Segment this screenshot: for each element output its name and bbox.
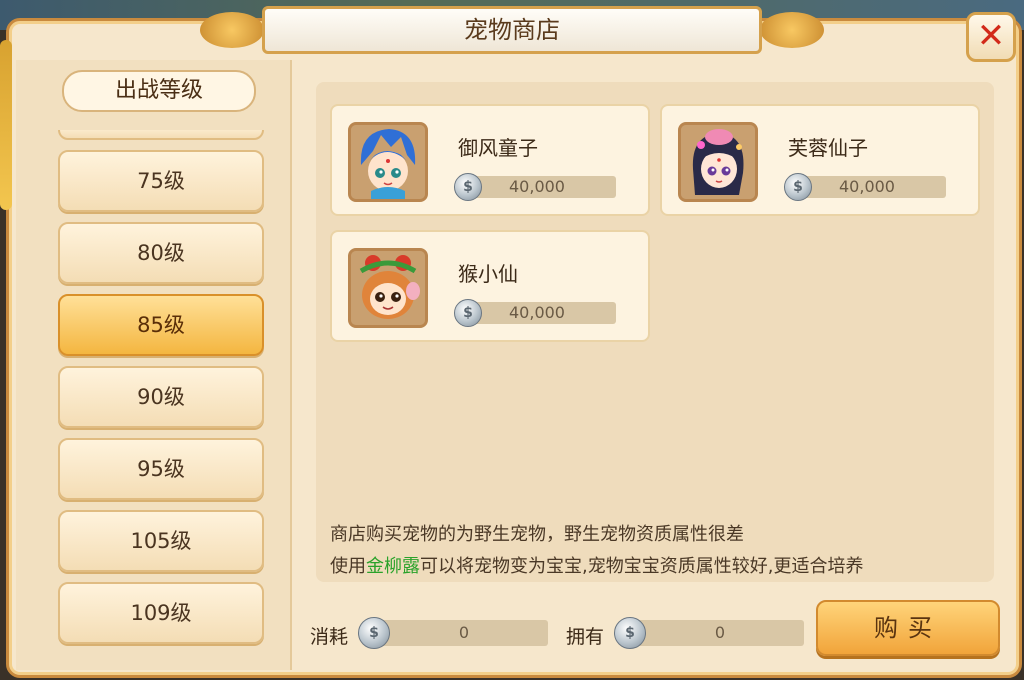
- level-list[interactable]: 75级 80级 85级 90级 95级 105级 109级: [56, 130, 266, 650]
- buy-button[interactable]: 购买: [816, 600, 1000, 656]
- lotus-fairy-portrait: [678, 122, 758, 202]
- level-item-partial[interactable]: [58, 130, 264, 140]
- level-item-105[interactable]: 105级: [58, 510, 264, 572]
- silver-coin-icon: $: [454, 299, 482, 327]
- level-item-75[interactable]: 75级: [58, 150, 264, 212]
- owned-label: 拥有: [566, 626, 605, 648]
- owned-value: 0: [636, 620, 804, 646]
- pet-card[interactable]: 芙蓉仙子 40,000 $: [660, 104, 980, 216]
- window-title: 宠物商店: [262, 6, 762, 54]
- title-ornament-left: [200, 12, 264, 48]
- blue-haired-boy-portrait: [348, 122, 428, 202]
- pet-card[interactable]: 御风童子 40,000 $: [330, 104, 650, 216]
- silver-coin-icon: $: [454, 173, 482, 201]
- pet-name: 芙蓉仙子: [788, 136, 868, 160]
- level-header: 出战等级: [62, 70, 256, 112]
- pet-card[interactable]: 猴小仙 40,000 $: [330, 230, 650, 342]
- level-item-90[interactable]: 90级: [58, 366, 264, 428]
- level-item-95[interactable]: 95级: [58, 438, 264, 500]
- cost-label: 消耗: [310, 626, 349, 648]
- pet-name: 御风童子: [458, 136, 538, 160]
- monkey-portrait: [348, 248, 428, 328]
- silver-coin-icon: $: [784, 173, 812, 201]
- pet-name: 猴小仙: [458, 262, 518, 286]
- close-icon[interactable]: ✕: [977, 16, 1006, 56]
- level-item-80[interactable]: 80级: [58, 222, 264, 284]
- silver-coin-icon: $: [358, 617, 390, 649]
- level-item-109[interactable]: 109级: [58, 582, 264, 644]
- tassel-ornament: [0, 40, 12, 210]
- cost-value: 0: [380, 620, 548, 646]
- description-prefix: 使用: [330, 556, 366, 577]
- description-line-1: 商店购买宠物的为野生宠物，野生宠物资质属性很差: [330, 524, 744, 545]
- title-ornament-right: [760, 12, 824, 48]
- level-item-85[interactable]: 85级: [58, 294, 264, 356]
- silver-coin-icon: $: [614, 617, 646, 649]
- highlight-item-name: 金柳露: [366, 556, 420, 577]
- description-line-2: 使用金柳露可以将宠物变为宝宝,宠物宝宝资质属性较好,更适合培养: [330, 552, 863, 578]
- description-suffix: 可以将宠物变为宝宝,宠物宝宝资质属性较好,更适合培养: [420, 556, 864, 577]
- close-button[interactable]: ✕: [966, 12, 1016, 62]
